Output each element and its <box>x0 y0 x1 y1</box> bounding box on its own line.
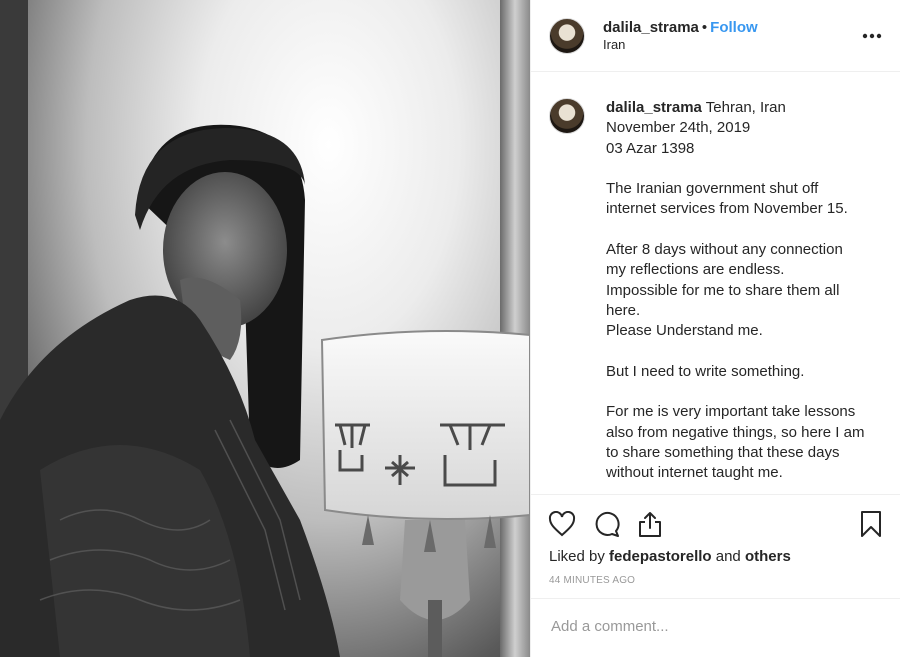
caption-blank-line <box>606 220 876 240</box>
photo-illustration <box>0 0 530 657</box>
caption-line: without internet taught me. <box>606 464 783 482</box>
caption-line: here. <box>606 301 641 319</box>
liked-by-prefix: Liked by <box>549 548 605 565</box>
more-options-icon[interactable] <box>860 24 884 48</box>
caption-area: dalila_strama Tehran, Iran November 24th… <box>531 72 900 494</box>
caption-line: Please Understand me. <box>606 322 763 340</box>
caption-line: The Iranian government shut off <box>606 180 819 198</box>
caption-line: my reflections are endless. <box>606 261 785 279</box>
caption-line: to share something that these days <box>606 444 840 462</box>
header-username[interactable]: dalila_strama <box>603 19 699 36</box>
caption-line: November 24th, 2019 <box>606 119 751 137</box>
caption-line: internet services from November 15. <box>606 200 848 218</box>
post-timestamp[interactable]: 44 MINUTES AGO <box>531 565 900 586</box>
caption-line: For me is very important take lessons <box>606 403 856 421</box>
post-side-panel: dalila_strama • Follow Iran dalila_strama … <box>530 0 900 657</box>
liked-others-link[interactable]: others <box>745 548 791 565</box>
comment-icon[interactable] <box>591 509 621 539</box>
liked-and: and <box>715 548 741 565</box>
heart-icon[interactable] <box>547 509 577 539</box>
bookmark-icon[interactable] <box>856 509 886 539</box>
caption-blank-line <box>606 382 876 402</box>
location-link[interactable]: Iran <box>603 36 860 53</box>
post-header: dalila_strama • Follow Iran <box>531 0 900 72</box>
actions-area: Liked by fedepastorello and others 44 MI… <box>531 494 900 657</box>
likes-summary: Liked by fedepastorello and others <box>531 539 900 565</box>
caption-line: Impossible for me to share them all <box>606 281 840 299</box>
action-icons <box>531 495 900 539</box>
caption-blank-line <box>606 159 876 179</box>
follow-button[interactable]: Follow <box>710 19 758 36</box>
separator-dot: • <box>701 18 708 36</box>
caption-line: also from negative things, so here I am <box>606 423 865 441</box>
caption-line: Tehran, Iran <box>705 99 786 116</box>
post-photo[interactable] <box>0 0 530 657</box>
share-icon[interactable] <box>635 509 665 539</box>
comment-input[interactable] <box>549 617 882 636</box>
header-text: dalila_strama • Follow Iran <box>603 19 860 53</box>
liked-user-link[interactable]: fedepastorello <box>609 548 712 565</box>
caption-line: But I need to write something. <box>606 362 805 380</box>
avatar[interactable] <box>549 17 585 54</box>
caption-blank-line <box>606 342 876 362</box>
caption-text: dalila_strama Tehran, Iran November 24th… <box>606 98 876 494</box>
comment-box <box>531 598 900 654</box>
caption-avatar[interactable] <box>549 98 585 134</box>
caption-line: 03 Azar 1398 <box>606 139 695 157</box>
caption-username[interactable]: dalila_strama <box>606 99 702 116</box>
caption-line: After 8 days without any connection <box>606 241 843 259</box>
instagram-post: dalila_strama • Follow Iran dalila_strama … <box>0 0 900 657</box>
